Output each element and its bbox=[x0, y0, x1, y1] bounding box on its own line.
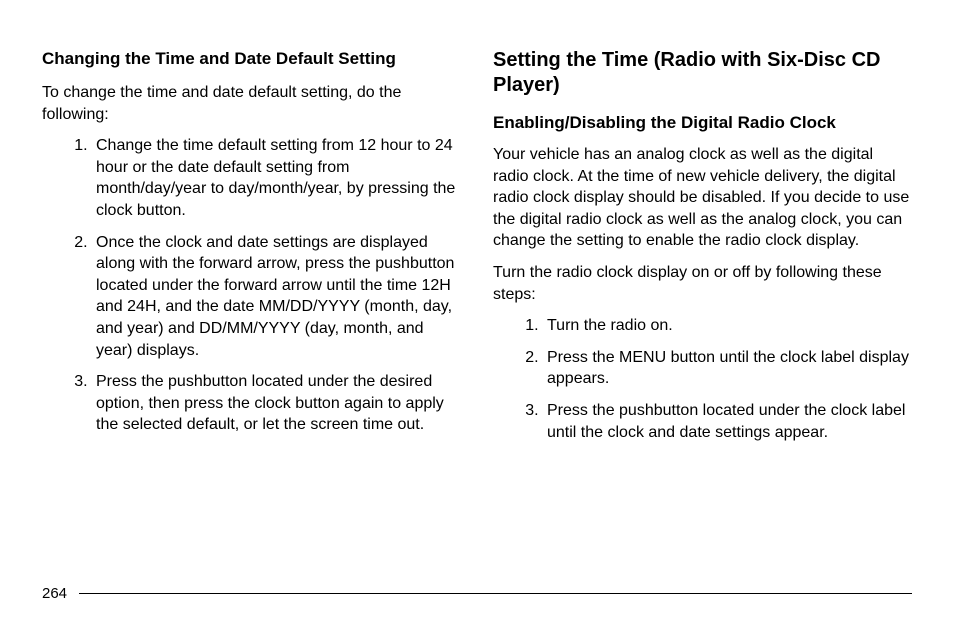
right-heading: Setting the Time (Radio with Six-Disc CD… bbox=[493, 48, 912, 98]
list-item: Once the clock and date settings are dis… bbox=[92, 232, 461, 362]
right-column: Setting the Time (Radio with Six-Disc CD… bbox=[493, 48, 912, 453]
page-footer: 264 bbox=[42, 585, 912, 602]
list-item: Change the time default setting from 12 … bbox=[92, 135, 461, 221]
right-para1: Your vehicle has an analog clock as well… bbox=[493, 144, 912, 252]
left-heading: Changing the Time and Date Default Setti… bbox=[42, 48, 461, 70]
list-item: Press the MENU button until the clock la… bbox=[543, 347, 912, 390]
list-item: Turn the radio on. bbox=[543, 315, 912, 337]
page-number: 264 bbox=[42, 585, 67, 602]
right-steps-list: Turn the radio on. Press the MENU button… bbox=[493, 315, 912, 443]
list-item: Press the pushbutton located under the c… bbox=[543, 400, 912, 443]
left-steps-list: Change the time default setting from 12 … bbox=[42, 135, 461, 436]
right-sub-heading: Enabling/Disabling the Digital Radio Clo… bbox=[493, 112, 912, 134]
footer-rule bbox=[79, 593, 912, 595]
content-columns: Changing the Time and Date Default Setti… bbox=[42, 48, 912, 453]
list-item: Press the pushbutton located under the d… bbox=[92, 371, 461, 436]
left-intro: To change the time and date default sett… bbox=[42, 82, 461, 125]
right-para2: Turn the radio clock display on or off b… bbox=[493, 262, 912, 305]
left-column: Changing the Time and Date Default Setti… bbox=[42, 48, 461, 453]
